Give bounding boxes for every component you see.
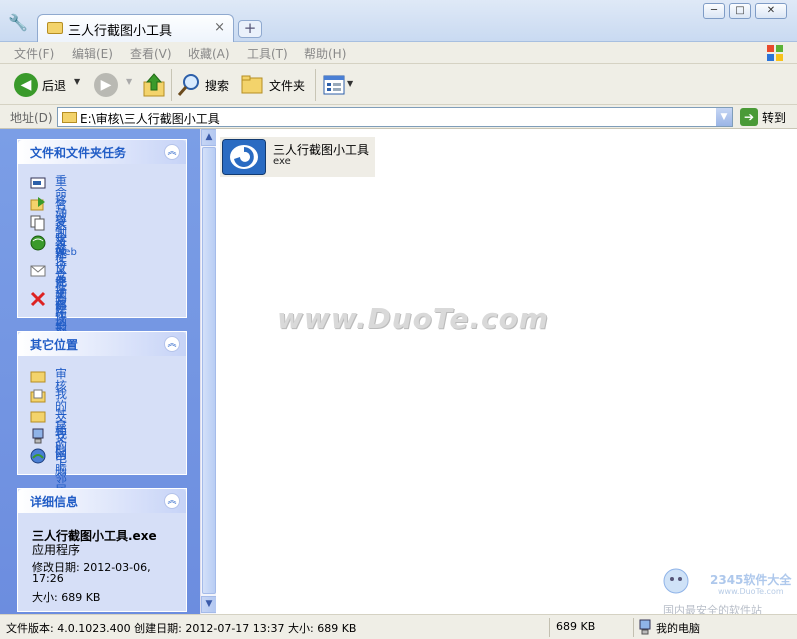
vertical-scrollbar[interactable]: ▲ ▼ xyxy=(200,129,217,614)
status-size: 689 KB xyxy=(556,620,596,633)
other-places-panel: 其它位置 ︽ 审核 我的文档 共享文档 我的电脑 网上邻居 xyxy=(17,331,187,496)
windows-logo-icon xyxy=(767,45,783,61)
menu-tools[interactable]: 工具(T) xyxy=(247,45,288,62)
globe-icon xyxy=(30,235,46,251)
maximize-button[interactable]: □ xyxy=(729,3,751,19)
rename-icon xyxy=(30,177,46,189)
corner-watermark: 2345软件大全 www.DuoTe.com 国内最安全的软件站 xyxy=(658,565,797,617)
mascot-logo xyxy=(663,568,689,594)
toolbar-separator xyxy=(315,69,316,101)
folder-icon xyxy=(30,371,46,383)
details-type: 应用程序 xyxy=(32,543,81,557)
minimize-button[interactable]: ─ xyxy=(703,3,725,19)
status-divider xyxy=(549,618,550,637)
folders-icon[interactable] xyxy=(241,74,265,96)
documents-icon xyxy=(30,389,46,403)
close-tab-icon[interactable]: × xyxy=(214,20,225,35)
details-size: 大小: 689 KB xyxy=(32,591,101,604)
search-icon[interactable] xyxy=(177,73,201,97)
wrench-icon[interactable]: 🔧 xyxy=(8,13,28,33)
watermark-text: www.DuoTe.com xyxy=(277,302,549,335)
file-item[interactable]: 三人行截图小工具 exe xyxy=(220,137,375,177)
file-tasks-header[interactable]: 文件和文件夹任务 ︽ xyxy=(18,140,186,164)
new-tab-button[interactable]: + xyxy=(238,20,262,38)
status-location: 我的电脑 xyxy=(656,622,700,635)
toolbar: ◀ 后退 ▼ ▶ ▼ 搜索 文件夹 ▼ xyxy=(0,64,797,105)
file-list: 三人行截图小工具 exe xyxy=(216,129,797,614)
menu-edit[interactable]: 编辑(E) xyxy=(72,45,113,62)
address-dropdown-icon[interactable]: ▼ xyxy=(716,108,732,126)
collapse-icon[interactable]: ︽ xyxy=(164,493,180,509)
views-dropdown-icon[interactable]: ▼ xyxy=(347,79,353,88)
corner-site: www.DuoTe.com xyxy=(718,587,784,596)
address-input[interactable]: E:\审核\三人行截图小工具 ▼ xyxy=(57,107,733,127)
menu-file[interactable]: 文件(F) xyxy=(14,45,54,62)
toolbar-separator xyxy=(171,69,172,101)
address-path: E:\审核\三人行截图小工具 xyxy=(80,112,220,126)
folder-icon xyxy=(47,22,63,34)
status-file-info: 文件版本: 4.0.1023.400 创建日期: 2012-07-17 13:3… xyxy=(6,622,357,635)
close-window-button[interactable]: ✕ xyxy=(755,3,787,19)
computer-icon xyxy=(639,619,651,635)
details-title: 详细信息 xyxy=(30,495,79,509)
forward-arrow-icon[interactable]: ▶ xyxy=(94,73,118,97)
back-arrow-icon[interactable]: ◀ xyxy=(14,73,38,97)
collapse-icon[interactable]: ︽ xyxy=(164,336,180,352)
details-header[interactable]: 详细信息 ︽ xyxy=(18,489,186,513)
app-icon xyxy=(222,139,266,175)
menu-view[interactable]: 查看(V) xyxy=(130,45,172,62)
views-icon[interactable] xyxy=(323,75,345,95)
menu-bar: 文件(F) 编辑(E) 查看(V) 收藏(A) 工具(T) 帮助(H) xyxy=(0,42,797,64)
task-label-web: Web xyxy=(55,247,77,258)
menu-favorites[interactable]: 收藏(A) xyxy=(188,45,230,62)
folder-icon xyxy=(30,411,46,423)
address-bar: 地址(D) E:\审核\三人行截图小工具 ▼ ➔ 转到 xyxy=(0,105,797,129)
forward-dropdown-icon[interactable]: ▼ xyxy=(126,77,132,86)
search-button[interactable]: 搜索 xyxy=(205,77,229,94)
address-label: 地址(D) xyxy=(10,111,53,125)
file-tasks-title: 文件和文件夹任务 xyxy=(30,146,127,160)
email-icon xyxy=(30,265,46,277)
scroll-down-icon[interactable]: ▼ xyxy=(201,596,217,613)
copy-icon xyxy=(30,215,45,231)
file-tasks-panel: 文件和文件夹任务 ︽ 重命名这个文件 移动这个文件 复制这个文件 将这个文件发布… xyxy=(17,139,187,371)
go-button[interactable]: 转到 xyxy=(762,109,786,126)
tab-current[interactable]: 三人行截图小工具 × xyxy=(37,14,234,42)
status-divider xyxy=(633,618,634,637)
folder-icon xyxy=(62,112,77,123)
up-folder-icon[interactable] xyxy=(142,72,166,98)
task-pane: 文件和文件夹任务 ︽ 重命名这个文件 移动这个文件 复制这个文件 将这个文件发布… xyxy=(0,129,200,614)
scroll-up-icon[interactable]: ▲ xyxy=(201,129,217,146)
corner-brand: 2345软件大全 xyxy=(710,573,792,587)
other-places-title: 其它位置 xyxy=(30,338,79,352)
collapse-icon[interactable]: ︽ xyxy=(164,144,180,160)
details-modified-time: 17:26 xyxy=(32,572,64,585)
back-dropdown-icon[interactable]: ▼ xyxy=(74,77,80,86)
file-extension: exe xyxy=(273,156,291,167)
scroll-thumb[interactable] xyxy=(202,147,216,594)
menu-help[interactable]: 帮助(H) xyxy=(304,45,346,62)
computer-icon xyxy=(32,428,44,444)
folders-button[interactable]: 文件夹 xyxy=(269,77,305,94)
network-icon xyxy=(30,448,46,464)
delete-icon xyxy=(30,291,46,307)
title-bar: 🔧 三人行截图小工具 × + ─ □ ✕ xyxy=(0,0,797,42)
status-bar: 文件版本: 4.0.1023.400 创建日期: 2012-07-17 13:3… xyxy=(0,614,797,639)
tab-title: 三人行截图小工具 xyxy=(68,24,173,39)
back-button[interactable]: 后退 xyxy=(42,77,66,94)
details-panel: 详细信息 ︽ 三人行截图小工具.exe 应用程序 修改日期: 2012-03-0… xyxy=(17,488,187,612)
other-places-header[interactable]: 其它位置 ︽ xyxy=(18,332,186,356)
move-icon xyxy=(30,197,45,211)
go-arrow-icon[interactable]: ➔ xyxy=(740,108,758,126)
